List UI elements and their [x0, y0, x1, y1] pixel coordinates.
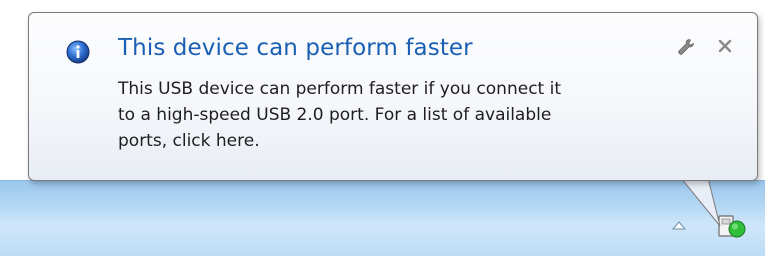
taskbar [0, 180, 765, 256]
notification-body[interactable]: This USB device can perform faster if yo… [118, 76, 678, 154]
notification-body-line[interactable]: ports, click here. [118, 128, 678, 154]
wrench-icon[interactable] [677, 38, 695, 56]
notification-body-line: This USB device can perform faster if yo… [118, 79, 561, 99]
close-icon[interactable] [717, 38, 733, 54]
info-icon [66, 40, 90, 64]
notification-title[interactable]: This device can perform faster [118, 35, 473, 61]
notification-body-line: to a high-speed USB 2.0 port. For a list… [118, 105, 552, 125]
balloon-tail [680, 178, 721, 227]
